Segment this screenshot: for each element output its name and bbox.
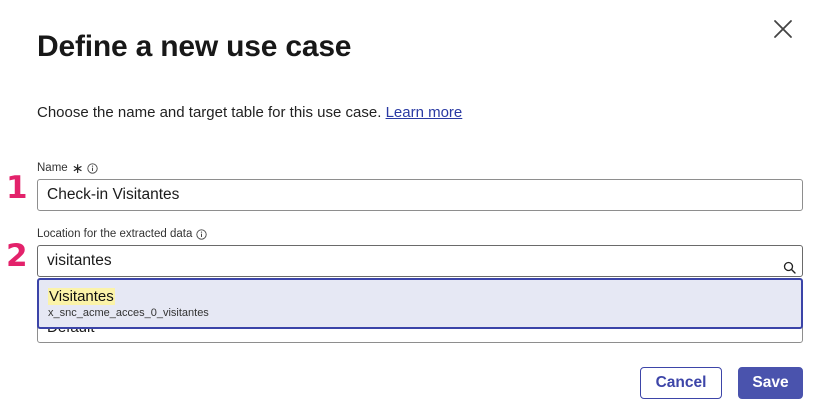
step-marker-1: 1 — [6, 170, 28, 206]
location-search-value: visitantes — [47, 252, 112, 269]
info-icon[interactable] — [87, 162, 99, 174]
dropdown-option-visitantes[interactable]: Visitantes x_snc_acme_acces_0_visitantes — [37, 278, 803, 329]
close-icon[interactable] — [772, 18, 794, 40]
name-label: Name ∗ — [37, 160, 99, 176]
name-label-text: Name — [37, 162, 68, 174]
description-text: Choose the name and target table for thi… — [37, 104, 382, 121]
learn-more-link[interactable]: Learn more — [386, 104, 463, 121]
dialog-description: Choose the name and target table for thi… — [37, 104, 462, 121]
cancel-button[interactable]: Cancel — [640, 367, 722, 399]
location-search-input[interactable]: visitantes — [37, 245, 803, 277]
search-icon[interactable] — [783, 255, 796, 274]
dialog-title: Define a new use case — [37, 30, 352, 63]
option-title-match: Visitantes — [48, 288, 115, 305]
save-button[interactable]: Save — [738, 367, 803, 399]
option-title: Visitantes — [48, 288, 792, 305]
info-icon[interactable] — [196, 228, 208, 240]
location-label: Location for the extracted data — [37, 228, 208, 240]
required-marker: ∗ — [71, 160, 84, 176]
location-label-text: Location for the extracted data — [37, 228, 193, 240]
name-input[interactable]: Check-in Visitantes — [37, 179, 803, 211]
step-marker-2: 2 — [6, 238, 28, 274]
option-subtitle: x_snc_acme_acces_0_visitantes — [48, 307, 209, 319]
